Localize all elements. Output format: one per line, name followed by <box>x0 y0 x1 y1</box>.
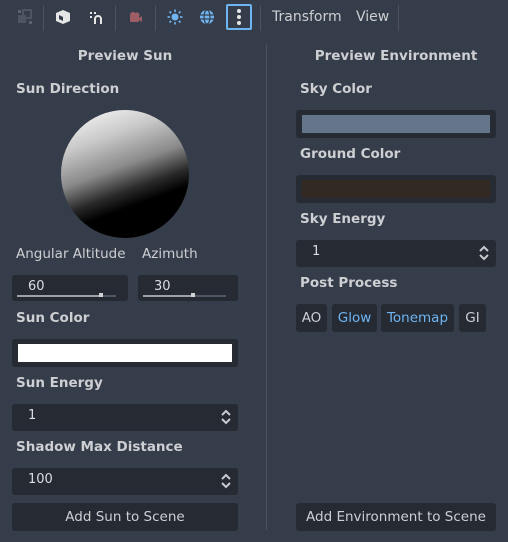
shadow-max-distance-spinbox[interactable]: 100 <box>12 468 238 495</box>
sun-color-picker[interactable] <box>12 339 238 367</box>
toggle-tonemap[interactable]: Tonemap <box>381 304 454 332</box>
sun-energy-label: Sun Energy <box>16 375 103 391</box>
sun-icon <box>167 9 183 25</box>
toolbar-separator <box>43 5 44 31</box>
add-environment-to-scene-button[interactable]: Add Environment to Scene <box>296 503 496 531</box>
more-options-icon <box>237 9 241 25</box>
sky-color-swatch <box>302 115 490 133</box>
azimuth-fill <box>143 295 193 297</box>
sun-color-swatch <box>18 344 232 362</box>
sun-energy-spinbox[interactable]: 1 <box>12 404 238 431</box>
add-sun-to-scene-button[interactable]: Add Sun to Scene <box>12 503 238 531</box>
toolbar-separator <box>398 5 399 31</box>
azimuth-track[interactable] <box>143 293 226 297</box>
magnet-icon <box>90 12 102 24</box>
transform-menu[interactable]: Transform <box>272 9 342 25</box>
spin-arrows-icon[interactable] <box>220 473 232 489</box>
azimuth-grabber[interactable] <box>190 293 195 297</box>
toggle-gi[interactable]: GI <box>459 304 486 332</box>
angular-altitude-track[interactable] <box>17 293 116 297</box>
azimuth-slider[interactable]: 30 <box>138 275 238 301</box>
globe-icon <box>200 9 214 25</box>
toolbar-separator <box>260 5 261 31</box>
post-process-label: Post Process <box>300 275 398 291</box>
azimuth-value: 30 <box>154 279 171 294</box>
ground-color-label: Ground Color <box>300 146 401 162</box>
panel-divider <box>266 44 267 530</box>
local-space-button[interactable] <box>50 4 76 30</box>
toggle-ao[interactable]: AO <box>296 304 327 332</box>
grid-snap-button[interactable] <box>12 4 38 30</box>
toolbar-separator <box>155 5 156 31</box>
grid-snap-icon <box>18 9 32 24</box>
angular-altitude-value: 60 <box>28 279 45 294</box>
sun-color-label: Sun Color <box>16 310 90 326</box>
sun-energy-value: 1 <box>28 408 37 423</box>
angular-altitude-label: Angular Altitude <box>16 246 126 262</box>
preview-environment-toggle[interactable] <box>194 4 220 30</box>
preview-sun-toggle[interactable] <box>162 4 188 30</box>
preview-options-button[interactable] <box>226 4 252 30</box>
sky-color-picker[interactable] <box>296 110 496 138</box>
angular-altitude-grabber[interactable] <box>99 293 104 297</box>
snap-button[interactable] <box>83 4 109 30</box>
toggle-glow[interactable]: Glow <box>332 304 377 332</box>
camera-button[interactable] <box>122 4 148 30</box>
angular-altitude-slider[interactable]: 60 <box>12 275 128 301</box>
sky-color-label: Sky Color <box>300 81 372 97</box>
toolbar-separator <box>115 5 116 31</box>
sun-direction-sphere[interactable] <box>61 110 189 238</box>
shadow-max-distance-label: Shadow Max Distance <box>16 439 183 455</box>
view-menu[interactable]: View <box>356 9 389 25</box>
angular-altitude-fill <box>17 295 102 297</box>
sky-energy-spinbox[interactable]: 1 <box>296 240 496 267</box>
sky-energy-label: Sky Energy <box>300 211 386 227</box>
sky-energy-value: 1 <box>312 244 321 259</box>
spin-arrows-icon[interactable] <box>220 409 232 425</box>
shadow-max-distance-value: 100 <box>28 472 53 487</box>
preview-sun-title: Preview Sun <box>77 48 173 64</box>
azimuth-label: Azimuth <box>142 246 198 262</box>
toolbar: Transform View <box>0 0 508 36</box>
ground-color-swatch <box>302 180 490 198</box>
camera-icon <box>130 12 142 22</box>
sun-direction-label: Sun Direction <box>16 81 120 97</box>
spin-arrows-icon[interactable] <box>478 245 490 261</box>
ground-color-picker[interactable] <box>296 175 496 203</box>
preview-environment-title: Preview Environment <box>314 48 478 64</box>
cube-icon <box>56 10 70 24</box>
